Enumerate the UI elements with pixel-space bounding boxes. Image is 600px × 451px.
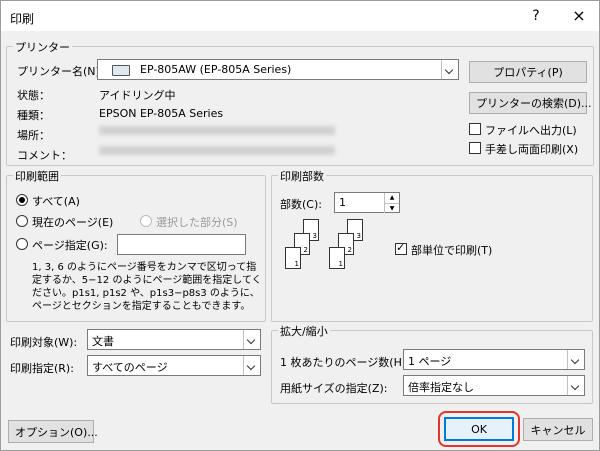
chevron-down-icon[interactable]	[567, 350, 584, 369]
range-help-line: ページとセクションを指定することもできます。	[32, 301, 251, 312]
range-all-radio[interactable]	[16, 194, 28, 206]
status-label: 状態：	[17, 89, 50, 102]
printer-icon	[112, 65, 130, 76]
help-button[interactable]: ?	[523, 5, 549, 27]
range-help-line: 1, 3, 6 のようにページ番号をカンマで区切って指	[32, 262, 257, 273]
range-help-line: ださい。p1s1, p1s2 や、p1s3−p8s3 のように、	[32, 288, 260, 299]
dialog-title: 印刷	[10, 12, 35, 26]
chevron-down-icon[interactable]	[243, 356, 260, 375]
range-help-text: 1, 3, 6 のようにページ番号をカンマで区切って指 定するか、5−12 のよ…	[32, 261, 262, 313]
stepper-up-button[interactable]: ▲	[384, 193, 399, 203]
collate-checkbox[interactable]	[395, 241, 407, 255]
chevron-down-icon[interactable]	[567, 376, 584, 395]
print-mode-value: すべてのページ	[92, 361, 168, 374]
range-all-label[interactable]: すべて(A)	[32, 193, 80, 209]
range-current-radio[interactable]	[16, 215, 28, 227]
printer-name-label: プリンター名(N):	[17, 65, 104, 78]
title-bar: 印刷 ? ×	[1, 1, 599, 31]
copies-stepper[interactable]: 1 ▲ ▼	[334, 192, 400, 213]
print-to-file-label[interactable]: ファイルへ出力(L)	[485, 122, 577, 138]
comment-label: コメント：	[17, 149, 72, 162]
scale-select[interactable]: 倍率指定なし	[403, 375, 585, 396]
collate-label[interactable]: 部単位で印刷(T)	[411, 242, 492, 258]
options-button[interactable]: オプション(O)...	[8, 420, 98, 443]
location-value-redacted	[99, 126, 335, 135]
print-mode-label: 印刷指定(R):	[10, 362, 74, 375]
range-pages-label[interactable]: ページ指定(G):	[32, 237, 108, 253]
chevron-down-icon[interactable]	[441, 60, 458, 79]
location-label: 場所：	[17, 129, 50, 142]
comment-value-redacted	[99, 146, 335, 155]
manual-duplex-checkbox[interactable]	[469, 142, 481, 154]
cancel-button[interactable]: キャンセル	[523, 418, 593, 441]
printer-group-label: プリンター	[13, 39, 72, 55]
print-dialog: 印刷 ? × プリンター プリンター名(N): EP-805AW (EP-805…	[0, 0, 600, 451]
chevron-down-icon[interactable]	[243, 330, 260, 349]
page-icon: 1	[285, 247, 301, 269]
print-what-select[interactable]: 文書	[87, 329, 261, 350]
copies-group-label: 印刷部数	[278, 168, 326, 184]
find-printer-button[interactable]: プリンターの検索(D)...	[469, 92, 592, 114]
stepper-down-button[interactable]: ▼	[384, 203, 399, 213]
properties-button[interactable]: プロパティ(P)	[469, 61, 587, 83]
range-help-line: 定するか、5−12 のようにページ範囲を指定してく	[32, 275, 262, 286]
type-value: EPSON EP-805A Series	[99, 107, 224, 120]
print-what-label: 印刷対象(W):	[10, 336, 78, 349]
range-pages-radio[interactable]	[16, 238, 28, 250]
print-mode-select[interactable]: すべてのページ	[87, 355, 261, 376]
pages-per-sheet-select[interactable]: 1 ページ	[403, 349, 585, 370]
pages-input[interactable]	[117, 234, 246, 255]
scale-value: 倍率指定なし	[408, 381, 474, 394]
print-range-group-label: 印刷範囲	[13, 168, 61, 184]
copies-count-value: 1	[339, 196, 346, 209]
scale-label: 用紙サイズの指定(Z):	[280, 382, 388, 395]
manual-duplex-label[interactable]: 手差し両面印刷(X)	[485, 141, 578, 157]
printer-select[interactable]: EP-805AW (EP-805A Series)	[97, 59, 459, 80]
pages-per-sheet-value: 1 ページ	[408, 355, 452, 368]
pages-per-sheet-label: 1 枚あたりのページ数(H):	[280, 356, 410, 369]
close-button[interactable]: ×	[566, 5, 592, 27]
printer-select-value: EP-805AW (EP-805A Series)	[140, 63, 292, 76]
range-current-label[interactable]: 現在のページ(E)	[32, 214, 113, 230]
print-what-value: 文書	[92, 335, 114, 348]
range-selection-label[interactable]: 選択した部分(S)	[156, 214, 238, 230]
zoom-group-label: 拡大/縮小	[278, 323, 330, 339]
status-value: アイドリング中	[99, 89, 176, 102]
copies-count-label: 部数(C):	[280, 198, 322, 211]
ok-button[interactable]: OK	[444, 417, 514, 441]
collate-illustration-1: 3 2 1	[285, 219, 329, 279]
type-label: 種類：	[17, 109, 50, 122]
range-selection-radio[interactable]	[140, 215, 152, 227]
collate-illustration-2: 3 2 1	[329, 219, 373, 279]
print-to-file-checkbox[interactable]	[469, 123, 481, 135]
page-icon: 1	[329, 247, 345, 269]
